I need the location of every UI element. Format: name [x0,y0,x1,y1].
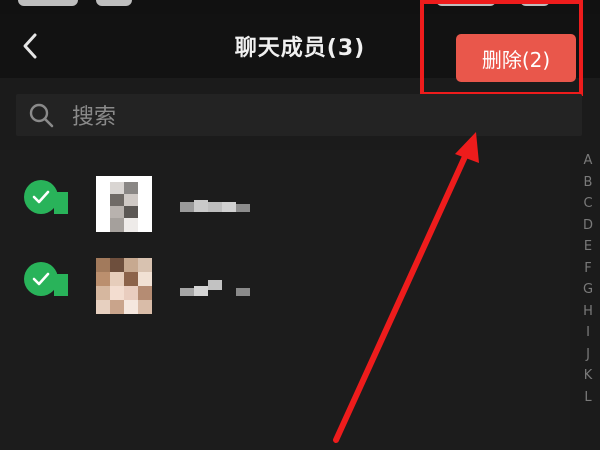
alphabet-index[interactable]: A B C D E F G H I J K L [577,150,599,450]
status-bar-fragment [96,0,132,6]
selected-checkbox[interactable] [24,262,58,296]
index-letter[interactable]: F [584,258,591,280]
avatar [96,176,152,232]
member-name-pixelated [180,198,250,216]
index-letter[interactable]: E [584,236,592,258]
index-letter[interactable]: J [586,344,590,366]
status-bar-fragment [18,0,78,6]
checkbox-tail [54,192,68,214]
checkmark-icon [32,272,50,286]
search-input[interactable]: 搜索 [16,94,582,136]
index-letter[interactable]: I [586,322,590,344]
selected-checkbox[interactable] [24,180,58,214]
index-letter[interactable]: H [583,301,593,323]
list-item[interactable] [0,258,560,318]
index-letter[interactable]: A [584,150,593,172]
checkmark-icon [32,190,50,204]
annotation-highlight-box [420,0,583,96]
checkbox-tail [54,274,68,296]
index-letter[interactable]: L [584,387,591,409]
member-name-pixelated [180,280,250,298]
avatar [96,258,152,314]
search-icon [29,103,54,128]
list-item[interactable] [0,176,560,236]
index-letter[interactable]: D [583,215,593,237]
index-letter[interactable]: G [583,279,593,301]
index-letter[interactable]: C [583,193,592,215]
index-letter[interactable]: K [584,365,593,387]
index-letter[interactable]: B [584,172,593,194]
search-placeholder: 搜索 [72,105,117,130]
